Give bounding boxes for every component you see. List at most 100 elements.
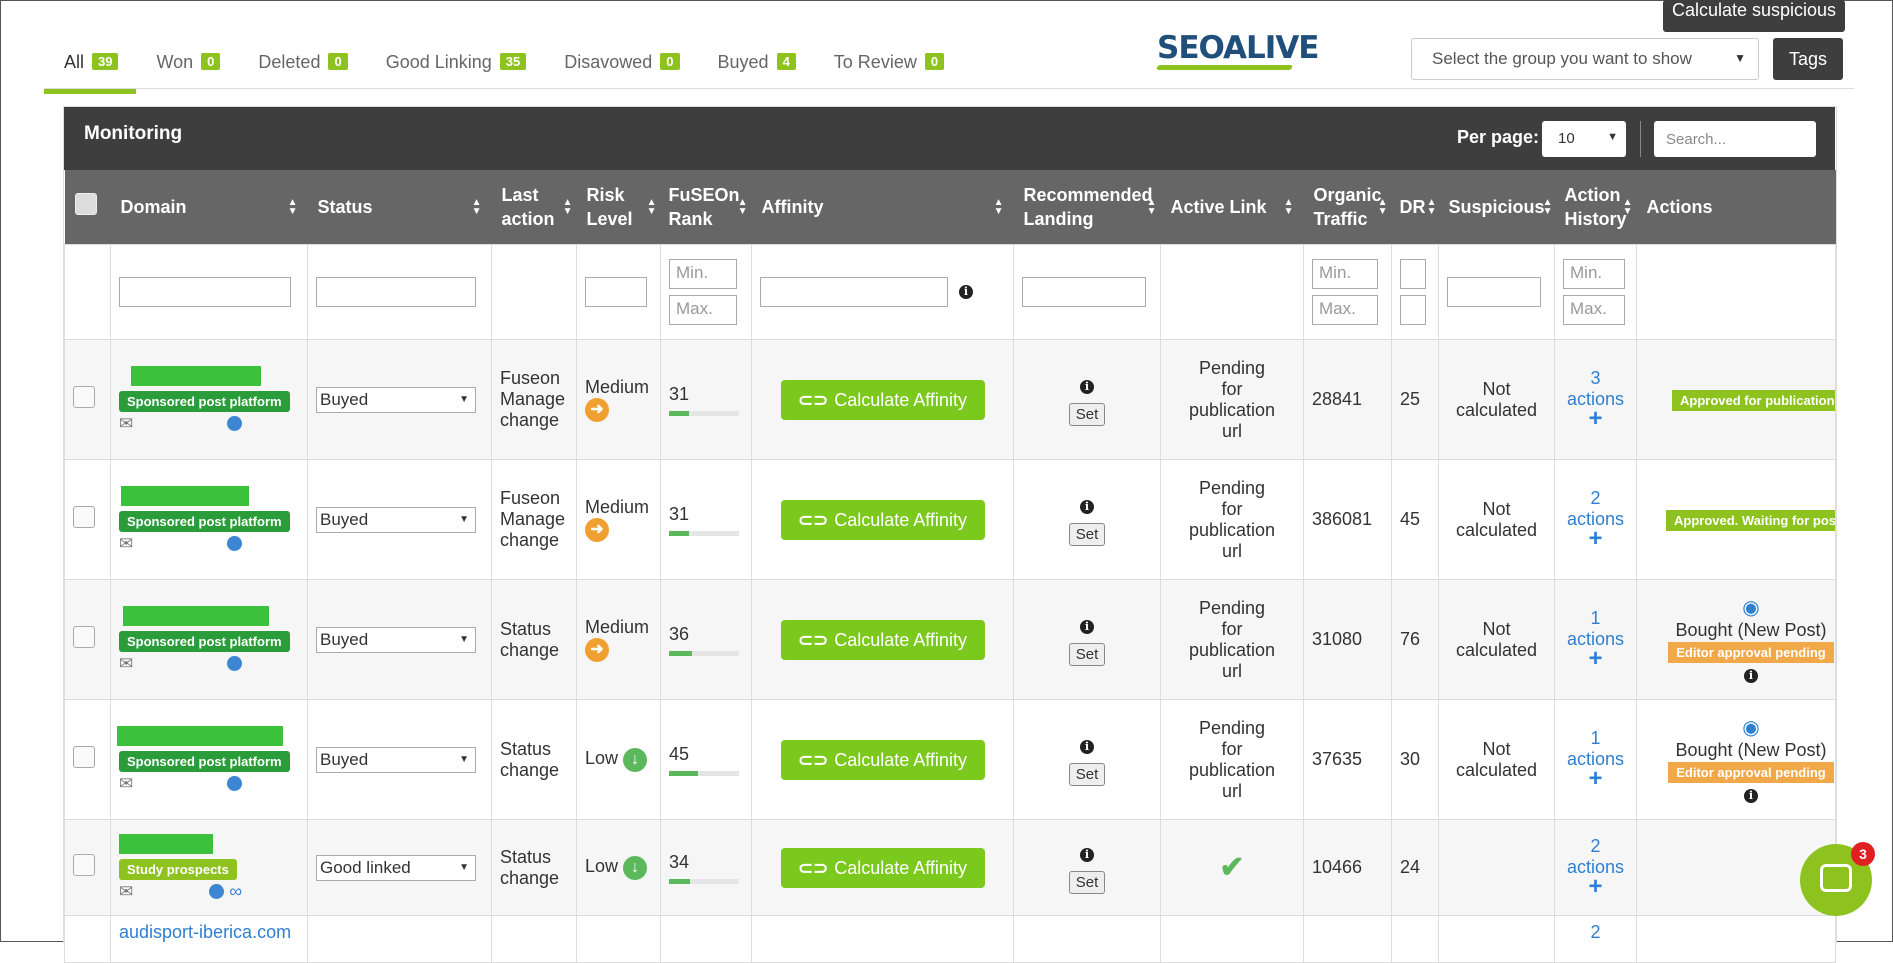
info-icon[interactable]: i	[1744, 669, 1758, 683]
tab-to-review[interactable]: To Review 0	[814, 48, 962, 92]
status-filter-input[interactable]	[316, 277, 476, 307]
eye-icon[interactable]: ◉	[1742, 717, 1759, 739]
col-fuseon-rank[interactable]: FuSEOn Rank ▲ ▼	[660, 170, 752, 245]
info-icon[interactable]: i	[1744, 789, 1758, 803]
affinity-filter-input[interactable]	[760, 277, 948, 307]
plus-icon[interactable]: +	[1588, 525, 1602, 552]
tags-button[interactable]: Tags	[1773, 38, 1843, 80]
landing-filter-input[interactable]	[1022, 277, 1146, 307]
set-button[interactable]: Set	[1068, 402, 1106, 426]
info-icon[interactable]: i	[1080, 499, 1094, 514]
per-page-select[interactable]: 10 ▼	[1542, 121, 1626, 157]
col-active-link[interactable]: Active Link ▲ ▼	[1160, 170, 1304, 245]
chain-link-icon[interactable]: ∞	[229, 881, 242, 901]
status-select[interactable]: Buyed ▼	[316, 386, 476, 413]
col-last-action[interactable]: Last action ▲ ▼	[491, 170, 577, 245]
col-affinity[interactable]: Affinity ▲ ▼	[751, 170, 1014, 245]
sort-icon: ▲ ▼	[1377, 197, 1388, 217]
tab-good-linking[interactable]: Good Linking 35	[366, 48, 545, 92]
select-all-checkbox[interactable]	[74, 193, 97, 215]
chat-widget-button[interactable]: 3	[1800, 842, 1875, 916]
risk-filter-input[interactable]	[585, 277, 647, 307]
history-count-link[interactable]: 3	[1590, 368, 1600, 388]
mail-icon[interactable]: ✉	[119, 414, 133, 434]
calculate-affinity-button[interactable]: ⊂⊃ Calculate Affinity	[780, 739, 985, 780]
domain-tag: Sponsored post platform	[119, 630, 290, 652]
eye-icon[interactable]: ◉	[1742, 597, 1759, 619]
set-button[interactable]: Set	[1068, 522, 1106, 546]
traffic-max-input[interactable]: Max.	[1312, 295, 1378, 325]
tab-count-badge: 0	[201, 53, 221, 70]
col-action-history[interactable]: Action History ▲ ▼	[1554, 170, 1637, 245]
col-recommended-landing[interactable]: Recommended Landing ▲ ▼	[1013, 170, 1161, 245]
col-organic-traffic[interactable]: Organic Traffic ▲ ▼	[1303, 170, 1392, 245]
dr-max-input[interactable]	[1400, 295, 1426, 325]
chevron-down-icon: ▼	[459, 753, 469, 765]
info-icon[interactable]: i	[1080, 379, 1094, 394]
group-select[interactable]: Select the group you want to show ▼	[1411, 38, 1759, 80]
calculate-suspicious-button[interactable]: Calculate suspicious	[1663, 0, 1845, 32]
status-select[interactable]: Buyed ▼	[316, 626, 476, 653]
risk-level: Low	[585, 747, 619, 768]
plus-icon[interactable]: +	[1588, 645, 1602, 672]
calculate-affinity-button[interactable]: ⊂⊃ Calculate Affinity	[780, 379, 985, 420]
calculate-affinity-button[interactable]: ⊂⊃ Calculate Affinity	[780, 499, 985, 540]
calculate-affinity-button[interactable]: ⊂⊃ Calculate Affinity	[780, 619, 985, 660]
tab-buyed[interactable]: Buyed 4	[698, 48, 814, 92]
mail-icon[interactable]: ✉	[119, 882, 133, 902]
col-status[interactable]: Status ▲ ▼	[307, 170, 492, 245]
calculate-affinity-button[interactable]: ⊂⊃ Calculate Affinity	[780, 847, 985, 888]
rank-max-input[interactable]: Max.	[669, 295, 737, 325]
status-select[interactable]: Buyed ▼	[316, 506, 476, 533]
set-button[interactable]: Set	[1068, 762, 1106, 786]
traffic-min-input[interactable]: Min.	[1312, 259, 1378, 289]
history-count-link[interactable]: 2	[1590, 488, 1600, 508]
rank-min-input[interactable]: Min.	[669, 259, 737, 289]
row-checkbox[interactable]	[73, 506, 95, 528]
search-input[interactable]: Search...	[1654, 121, 1816, 157]
history-count-link[interactable]: 2	[1590, 836, 1600, 856]
status-select[interactable]: Good linked ▼	[316, 854, 476, 881]
history-min-input[interactable]: Min.	[1563, 259, 1625, 289]
info-icon[interactable]: i	[959, 285, 974, 299]
plus-icon[interactable]: +	[1588, 873, 1602, 900]
col-domain[interactable]: Domain ▲ ▼	[110, 170, 308, 245]
history-count-link[interactable]: 1	[1590, 728, 1600, 748]
risk-level: Medium	[585, 617, 650, 637]
domain-tag: Sponsored post platform	[119, 510, 290, 532]
globe-icon[interactable]	[209, 884, 225, 900]
mail-icon[interactable]: ✉	[119, 654, 133, 674]
mail-icon[interactable]: ✉	[119, 534, 133, 554]
status-select[interactable]: Buyed ▼	[316, 746, 476, 773]
action-status-label: Approved. Waiting for pos	[1666, 509, 1835, 531]
globe-icon[interactable]	[227, 656, 243, 672]
dr-min-input[interactable]	[1400, 259, 1426, 289]
tab-deleted[interactable]: Deleted 0	[238, 48, 365, 92]
tab-won[interactable]: Won 0	[136, 48, 238, 92]
set-button[interactable]: Set	[1068, 642, 1106, 666]
globe-icon[interactable]	[227, 536, 243, 552]
history-max-input[interactable]: Max.	[1563, 295, 1625, 325]
row-checkbox[interactable]	[73, 626, 95, 648]
col-suspicious[interactable]: Suspicious ▲ ▼	[1438, 170, 1555, 245]
plus-icon[interactable]: +	[1588, 765, 1602, 792]
history-count-link[interactable]: 2	[1590, 922, 1600, 942]
domain-link[interactable]: audisport-iberica.com	[119, 922, 291, 942]
col-dr[interactable]: DR ▲ ▼	[1391, 170, 1439, 245]
col-risk-level[interactable]: Risk Level ▲ ▼	[576, 170, 661, 245]
info-icon[interactable]: i	[1080, 847, 1094, 862]
info-icon[interactable]: i	[1080, 739, 1094, 754]
mail-icon[interactable]: ✉	[119, 774, 133, 794]
globe-icon[interactable]	[227, 776, 243, 792]
tab-disavowed[interactable]: Disavowed 0	[544, 48, 697, 92]
plus-icon[interactable]: +	[1588, 405, 1602, 432]
globe-icon[interactable]	[227, 416, 243, 432]
history-count-link[interactable]: 1	[1590, 608, 1600, 628]
info-icon[interactable]: i	[1080, 619, 1094, 634]
domain-filter-input[interactable]	[119, 277, 291, 307]
row-checkbox[interactable]	[73, 854, 95, 876]
suspicious-filter-input[interactable]	[1447, 277, 1541, 307]
row-checkbox[interactable]	[73, 386, 95, 408]
row-checkbox[interactable]	[73, 746, 95, 768]
set-button[interactable]: Set	[1068, 870, 1106, 894]
